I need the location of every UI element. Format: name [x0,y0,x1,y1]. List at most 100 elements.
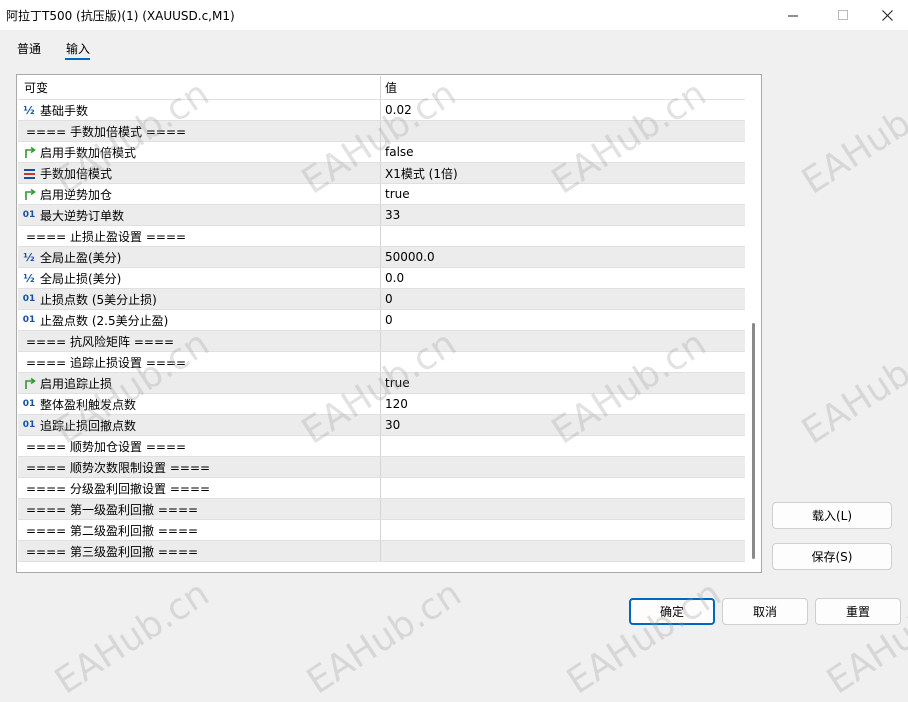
parameter-name-cell: 启用手数加倍模式 [18,142,381,162]
cancel-button[interactable]: 取消 [722,598,808,625]
table-row[interactable]: ==== 抗风险矩阵 ==== [18,331,745,352]
parameter-name: 启用手数加倍模式 [40,145,137,160]
parameter-name-cell: 01 最大逆势订单数 [18,205,381,225]
parameter-name: 止损点数 (5美分止损) [40,292,157,307]
parameter-value[interactable]: 120 [381,394,745,414]
parameter-value[interactable]: 0.02 [381,100,745,120]
parameter-value[interactable] [381,457,745,477]
table-row[interactable]: ==== 第三级盈利回撤 ==== [18,541,745,562]
integer-icon: 01 [22,210,36,220]
table-row[interactable]: 01 止损点数 (5美分止损) 0 [18,289,745,310]
parameter-name: ==== 第一级盈利回撤 ==== [26,502,199,517]
minimize-button[interactable] [770,0,816,30]
parameter-name-cell: ==== 分级盈利回撤设置 ==== [18,478,381,498]
parameter-value[interactable] [381,478,745,498]
parameter-name-cell: ==== 抗风险矩阵 ==== [18,331,381,351]
load-button[interactable]: 载入(L) [772,502,892,529]
parameter-name: 止盈点数 (2.5美分止盈) [40,313,169,328]
parameter-value[interactable]: true [381,373,745,393]
table-row[interactable]: 启用手数加倍模式 false [18,142,745,163]
tab-general[interactable]: 普通 [17,40,41,57]
close-icon [881,9,893,21]
integer-icon: 01 [22,420,36,430]
vertical-scrollbar[interactable] [752,323,755,559]
integer-icon: 01 [22,315,36,325]
inputs-grid: 可变 值 ½ 基础手数 0.02 ==== 手数加倍模式 ==== 启用手数加倍模式 fa… [18,76,745,562]
parameter-value[interactable] [381,331,745,351]
parameter-name: 全局止损(美分) [40,271,122,286]
table-row[interactable]: ==== 止损止盈设置 ==== [18,226,745,247]
parameter-value[interactable]: 30 [381,415,745,435]
parameter-value[interactable]: false [381,142,745,162]
table-row[interactable]: 01 追踪止损回撤点数 30 [18,415,745,436]
table-row[interactable]: ½ 全局止盈(美分) 50000.0 [18,247,745,268]
parameter-value[interactable] [381,226,745,246]
parameter-name: ==== 分级盈利回撤设置 ==== [26,481,211,496]
table-row[interactable]: 01 整体盈利触发点数 120 [18,394,745,415]
table-row[interactable]: 手数加倍模式 X1模式 (1倍) [18,163,745,184]
parameter-name-cell: ==== 追踪止损设置 ==== [18,352,381,372]
save-button[interactable]: 保存(S) [772,543,892,570]
table-row[interactable]: ==== 手数加倍模式 ==== [18,121,745,142]
parameter-name-cell: ½ 全局止损(美分) [18,268,381,288]
title-bar: 阿拉丁T500 (抗压版)(1) (XAUUSD.c,M1) [0,0,908,30]
parameter-name: 追踪止损回撤点数 [40,418,137,433]
parameter-name-cell: 01 止损点数 (5美分止损) [18,289,381,309]
parameter-name: 基础手数 [40,103,89,118]
parameter-value[interactable]: true [381,184,745,204]
column-header-value[interactable]: 值 [381,76,745,99]
ok-button[interactable]: 确定 [629,598,715,625]
inputs-table-panel: 可变 值 ½ 基础手数 0.02 ==== 手数加倍模式 ==== 启用手数加倍模式 fa… [16,74,762,573]
parameter-value[interactable] [381,499,745,519]
table-row[interactable]: ==== 追踪止损设置 ==== [18,352,745,373]
parameter-name: ==== 顺势次数限制设置 ==== [26,460,211,475]
tab-inputs[interactable]: 输入 [66,40,90,57]
parameter-name-cell: ==== 顺势加仓设置 ==== [18,436,381,456]
toggle-arrow-icon [22,376,36,390]
table-header: 可变 值 [18,76,745,100]
parameter-value[interactable] [381,352,745,372]
table-row[interactable]: 启用逆势加仓 true [18,184,745,205]
table-row[interactable]: ½ 基础手数 0.02 [18,100,745,121]
half-icon: ½ [23,250,35,264]
table-row[interactable]: 启用追踪止损 true [18,373,745,394]
parameter-name-cell: 01 追踪止损回撤点数 [18,415,381,435]
close-button[interactable] [864,0,908,30]
column-header-variable[interactable]: 可变 [18,76,381,99]
parameter-value[interactable] [381,121,745,141]
table-row[interactable]: ==== 第一级盈利回撤 ==== [18,499,745,520]
parameter-name: 最大逆势订单数 [40,208,125,223]
maximize-icon [837,9,848,20]
parameter-value[interactable]: 0.0 [381,268,745,288]
parameter-name: ==== 追踪止损设置 ==== [26,355,187,370]
parameter-name-cell: ½ 全局止盈(美分) [18,247,381,267]
integer-icon: 01 [22,294,36,304]
table-row[interactable]: ==== 顺势加仓设置 ==== [18,436,745,457]
maximize-button[interactable] [820,0,866,30]
parameter-name-cell: 手数加倍模式 [18,163,381,183]
parameter-name: ==== 手数加倍模式 ==== [26,124,187,139]
toggle-arrow-icon [22,145,36,159]
parameter-value[interactable] [381,520,745,540]
parameter-value[interactable]: 50000.0 [381,247,745,267]
parameter-value[interactable]: 33 [381,205,745,225]
parameter-name-cell: ==== 止损止盈设置 ==== [18,226,381,246]
table-row[interactable]: ==== 顺势次数限制设置 ==== [18,457,745,478]
parameter-name: ==== 抗风险矩阵 ==== [26,334,175,349]
parameter-value[interactable]: 0 [381,310,745,330]
table-row[interactable]: ==== 第二级盈利回撤 ==== [18,520,745,541]
table-row[interactable]: ==== 分级盈利回撤设置 ==== [18,478,745,499]
table-row[interactable]: 01 最大逆势订单数 33 [18,205,745,226]
parameter-value[interactable]: X1模式 (1倍) [381,163,745,183]
parameter-value[interactable] [381,541,745,561]
parameter-value[interactable] [381,436,745,456]
reset-button[interactable]: 重置 [815,598,901,625]
parameter-name-cell: ½ 基础手数 [18,100,381,120]
parameter-name: 手数加倍模式 [40,166,113,181]
table-row[interactable]: 01 止盈点数 (2.5美分止盈) 0 [18,310,745,331]
parameter-name-cell: 启用逆势加仓 [18,184,381,204]
window-title: 阿拉丁T500 (抗压版)(1) (XAUUSD.c,M1) [6,9,235,23]
table-row[interactable]: ½ 全局止损(美分) 0.0 [18,268,745,289]
parameter-name: ==== 第三级盈利回撤 ==== [26,544,199,559]
parameter-value[interactable]: 0 [381,289,745,309]
